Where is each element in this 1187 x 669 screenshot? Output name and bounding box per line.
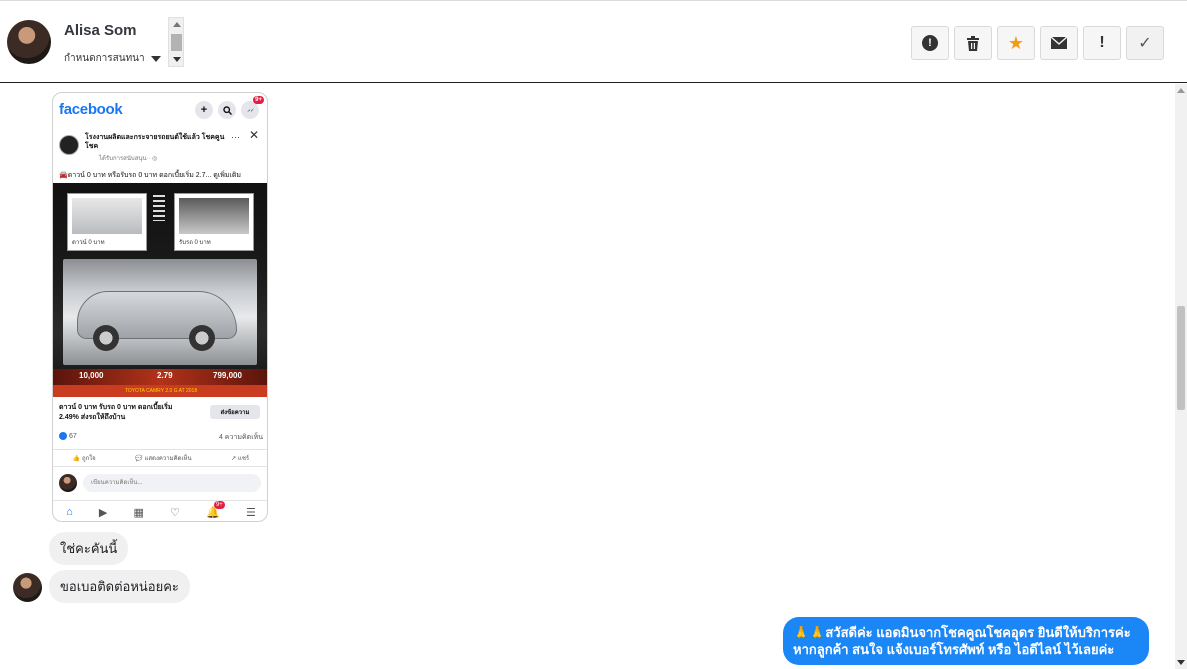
car-thumb-image — [72, 198, 142, 234]
more-icon: ··· — [231, 132, 240, 142]
scroll-up-icon[interactable] — [173, 22, 181, 27]
report-button[interactable]: ! — [911, 26, 949, 60]
delete-button[interactable] — [954, 26, 992, 60]
post-actions-row: 👍 ถูกใจ 💬 แสดงความคิดเห็น ↗ แชร์ — [53, 449, 267, 467]
thumbs-up-icon: 👍 — [72, 456, 81, 462]
messenger-icon: 9+ — [241, 96, 264, 119]
comments-count: 4 ความคิดเห็น — [218, 434, 263, 441]
interior-thumb-image — [179, 198, 249, 234]
reaction-count: 67 — [69, 432, 77, 440]
shared-image-facebook-screenshot[interactable]: facebook + 9+ โรงงานผลิตและกระจายรถยนต์ใ… — [52, 92, 268, 522]
price-value: 2.79 — [157, 371, 173, 380]
thumb-caption: ดาวน์ 0 บาท — [72, 240, 105, 246]
caret-down-icon — [150, 55, 161, 62]
car-ad-image: ดาวน์ 0 บาท รับรถ 0 บาท 10,000 2.79 799,… — [53, 183, 267, 397]
exclamation-circle-icon: ! — [922, 35, 938, 51]
watch-icon: ▶ — [98, 506, 108, 519]
reactions-row: 67 4 ความคิดเห็น — [59, 432, 263, 441]
close-icon: ✕ — [249, 128, 260, 142]
chat-scrollbar[interactable] — [1175, 84, 1187, 669]
incoming-message[interactable]: ใช่คะคันนี้ — [49, 532, 129, 565]
page-avatar — [59, 135, 79, 155]
star-icon: ★ — [1007, 32, 1025, 53]
scroll-thumb[interactable] — [1177, 306, 1185, 410]
commenter-avatar — [59, 474, 77, 492]
mail-button[interactable] — [1040, 26, 1078, 60]
important-button[interactable]: ! — [1083, 26, 1121, 60]
home-icon: ⌂ — [66, 506, 73, 518]
marketplace-icon: ▦ — [133, 506, 144, 519]
message-line: 🙏🙏สวัสดีค่ะ แอดมินจากโชคคูณโชคอุดร ยินดี… — [793, 625, 1131, 640]
trash-icon — [967, 35, 979, 51]
plus-icon: + — [195, 101, 213, 119]
like-reaction-icon — [59, 432, 67, 440]
scroll-down-icon[interactable] — [173, 57, 181, 62]
header-scrollbar[interactable] — [168, 17, 184, 67]
ad-stripes — [153, 195, 165, 221]
price-value: 10,000 — [79, 371, 104, 380]
sender-avatar — [13, 573, 42, 602]
bell-icon: 🔔 9+ — [206, 500, 225, 519]
conversation-label-text: กำหนดการสนทนา — [64, 53, 145, 64]
page-name: โรงงานผลิตและกระจายรถยนต์ใช้แล้ว โชคคูนโ… — [85, 134, 225, 150]
like-action: 👍 ถูกใจ — [73, 453, 96, 463]
conversation-header: Alisa Som กำหนดการสนทนา ! ★ ! ✓ — [0, 3, 1187, 83]
check-icon: ✓ — [1138, 35, 1152, 52]
heart-icon: ♡ — [170, 506, 180, 519]
contact-avatar[interactable] — [7, 20, 51, 64]
menu-icon: ☰ — [245, 506, 256, 519]
message-line: หากลูกค้า สนใจ แจ้งเบอร์โทรศัพท์ หรือ ไอ… — [793, 642, 1115, 657]
share-label: แชร์ — [237, 456, 250, 462]
comment-input: เขียนความคิดเห็น... — [83, 474, 261, 492]
car-model-label: TOYOTA CAMRY 2.0 G AT 2018 — [53, 385, 267, 397]
outgoing-message[interactable]: 🙏🙏สวัสดีค่ะ แอดมินจากโชคคูณโชคอุดร ยินดี… — [783, 617, 1149, 665]
comment-label: แสดงความคิดเห็น — [144, 456, 192, 462]
price-value: 799,000 — [213, 371, 242, 380]
scroll-up-icon[interactable] — [1177, 88, 1185, 93]
search-icon — [218, 101, 236, 119]
facebook-logo: facebook — [59, 100, 123, 118]
send-message-button: ส่งข้อความ — [210, 405, 260, 419]
done-button[interactable]: ✓ — [1126, 26, 1164, 60]
sponsored-label: ได้รับการสนับสนุน · ◎ — [99, 156, 158, 162]
share-action: ↗ แชร์ — [231, 453, 249, 463]
like-label: ถูกใจ — [81, 456, 96, 462]
header-actions: ! ★ ! ✓ — [911, 26, 1164, 60]
fb-top-icons: + 9+ — [195, 96, 264, 119]
exclamation-icon: ! — [1099, 34, 1105, 51]
conversation-label-dropdown[interactable]: กำหนดการสนทนา — [64, 51, 161, 66]
car-wheel — [189, 325, 215, 351]
comment-action: 💬 แสดงความคิดเห็น — [135, 453, 191, 463]
fb-bottom-nav: ⌂ ▶ ▦ ♡ 🔔 9+ ☰ — [53, 500, 267, 521]
comment-icon: 💬 — [135, 456, 143, 462]
price-bar: 10,000 2.79 799,000 — [53, 369, 267, 385]
post-text: 🚘ดาวน์ 0 บาท หรือรับรถ 0 บาท ดอกเบี้ยเริ… — [59, 172, 241, 179]
contact-name[interactable]: Alisa Som — [64, 22, 137, 39]
thumb-caption: รับรถ 0 บาท — [179, 240, 211, 246]
incoming-message[interactable]: ขอเบอติดต่อหน่อยคะ — [49, 570, 190, 603]
ad-thumb-interior: รับรถ 0 บาท — [174, 193, 254, 251]
scroll-down-icon[interactable] — [1177, 660, 1185, 665]
ad-thumb-front: ดาวน์ 0 บาท — [67, 193, 147, 251]
notification-badge: 9+ — [213, 500, 225, 509]
comment-box: เขียนความคิดเห็น... — [59, 473, 263, 493]
chat-area: facebook + 9+ โรงงานผลิตและกระจายรถยนต์ใ… — [0, 84, 1175, 669]
car-main-image — [63, 259, 257, 365]
star-button[interactable]: ★ — [997, 26, 1035, 60]
share-icon: ↗ — [231, 456, 237, 462]
envelope-icon — [1051, 37, 1067, 49]
messenger-badge: 9+ — [253, 96, 264, 104]
scroll-thumb[interactable] — [171, 34, 182, 51]
car-wheel — [93, 325, 119, 351]
